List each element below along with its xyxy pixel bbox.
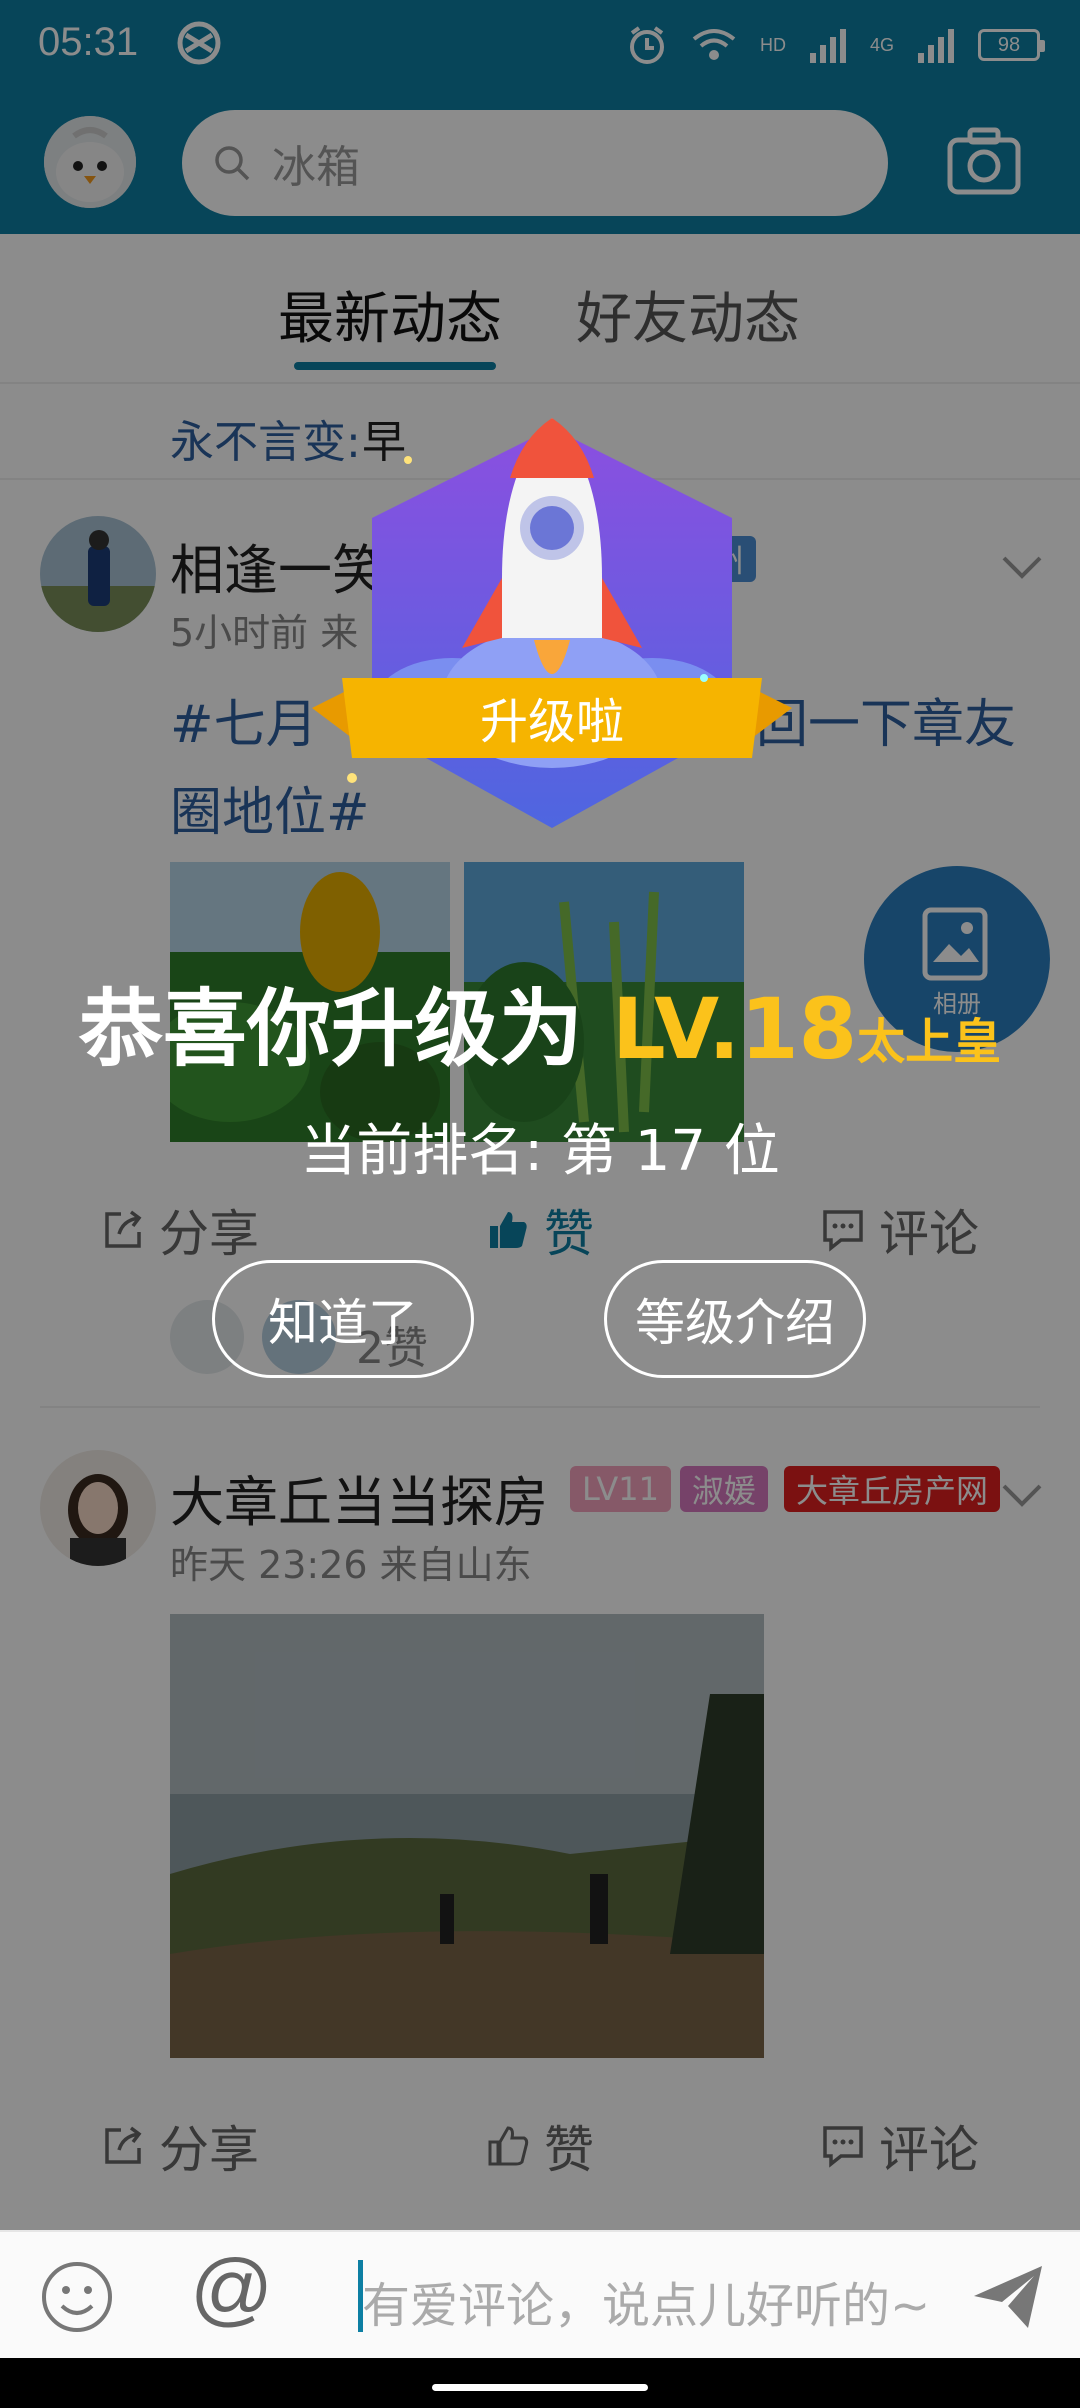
mention-icon[interactable]: @ [190, 2242, 273, 2336]
ribbon-text: 升级啦 [480, 694, 624, 750]
rocket-badge-icon: 升级啦 [312, 418, 792, 828]
send-icon[interactable] [972, 2262, 1044, 2332]
congrats-text: 恭喜你升级为 LV.18太上皇 [0, 962, 1080, 1083]
emoji-icon[interactable] [40, 2260, 114, 2334]
comment-input[interactable]: 有爱评论，说点儿好听的~ [362, 2266, 930, 2336]
level-value: LV.18 [612, 980, 858, 1078]
rank-text: 当前排名: 第 17 位 [300, 1119, 780, 1184]
level-intro-button[interactable]: 等级介绍 [604, 1260, 866, 1378]
congrats-prefix: 恭喜你升级为 [78, 980, 613, 1078]
ok-button[interactable]: 知道了 [212, 1260, 474, 1378]
home-gesture-handle[interactable] [432, 2384, 648, 2391]
level-up-dialog: 升级啦 恭喜你升级为 LV.18太上皇 当前排名: 第 17 位 知道了 等级介… [0, 0, 1080, 2230]
system-nav-bar [0, 2358, 1080, 2408]
level-title: 太上皇 [857, 1014, 1002, 1070]
comment-bar: @ 有爱评论，说点儿好听的~ [0, 2230, 1080, 2358]
